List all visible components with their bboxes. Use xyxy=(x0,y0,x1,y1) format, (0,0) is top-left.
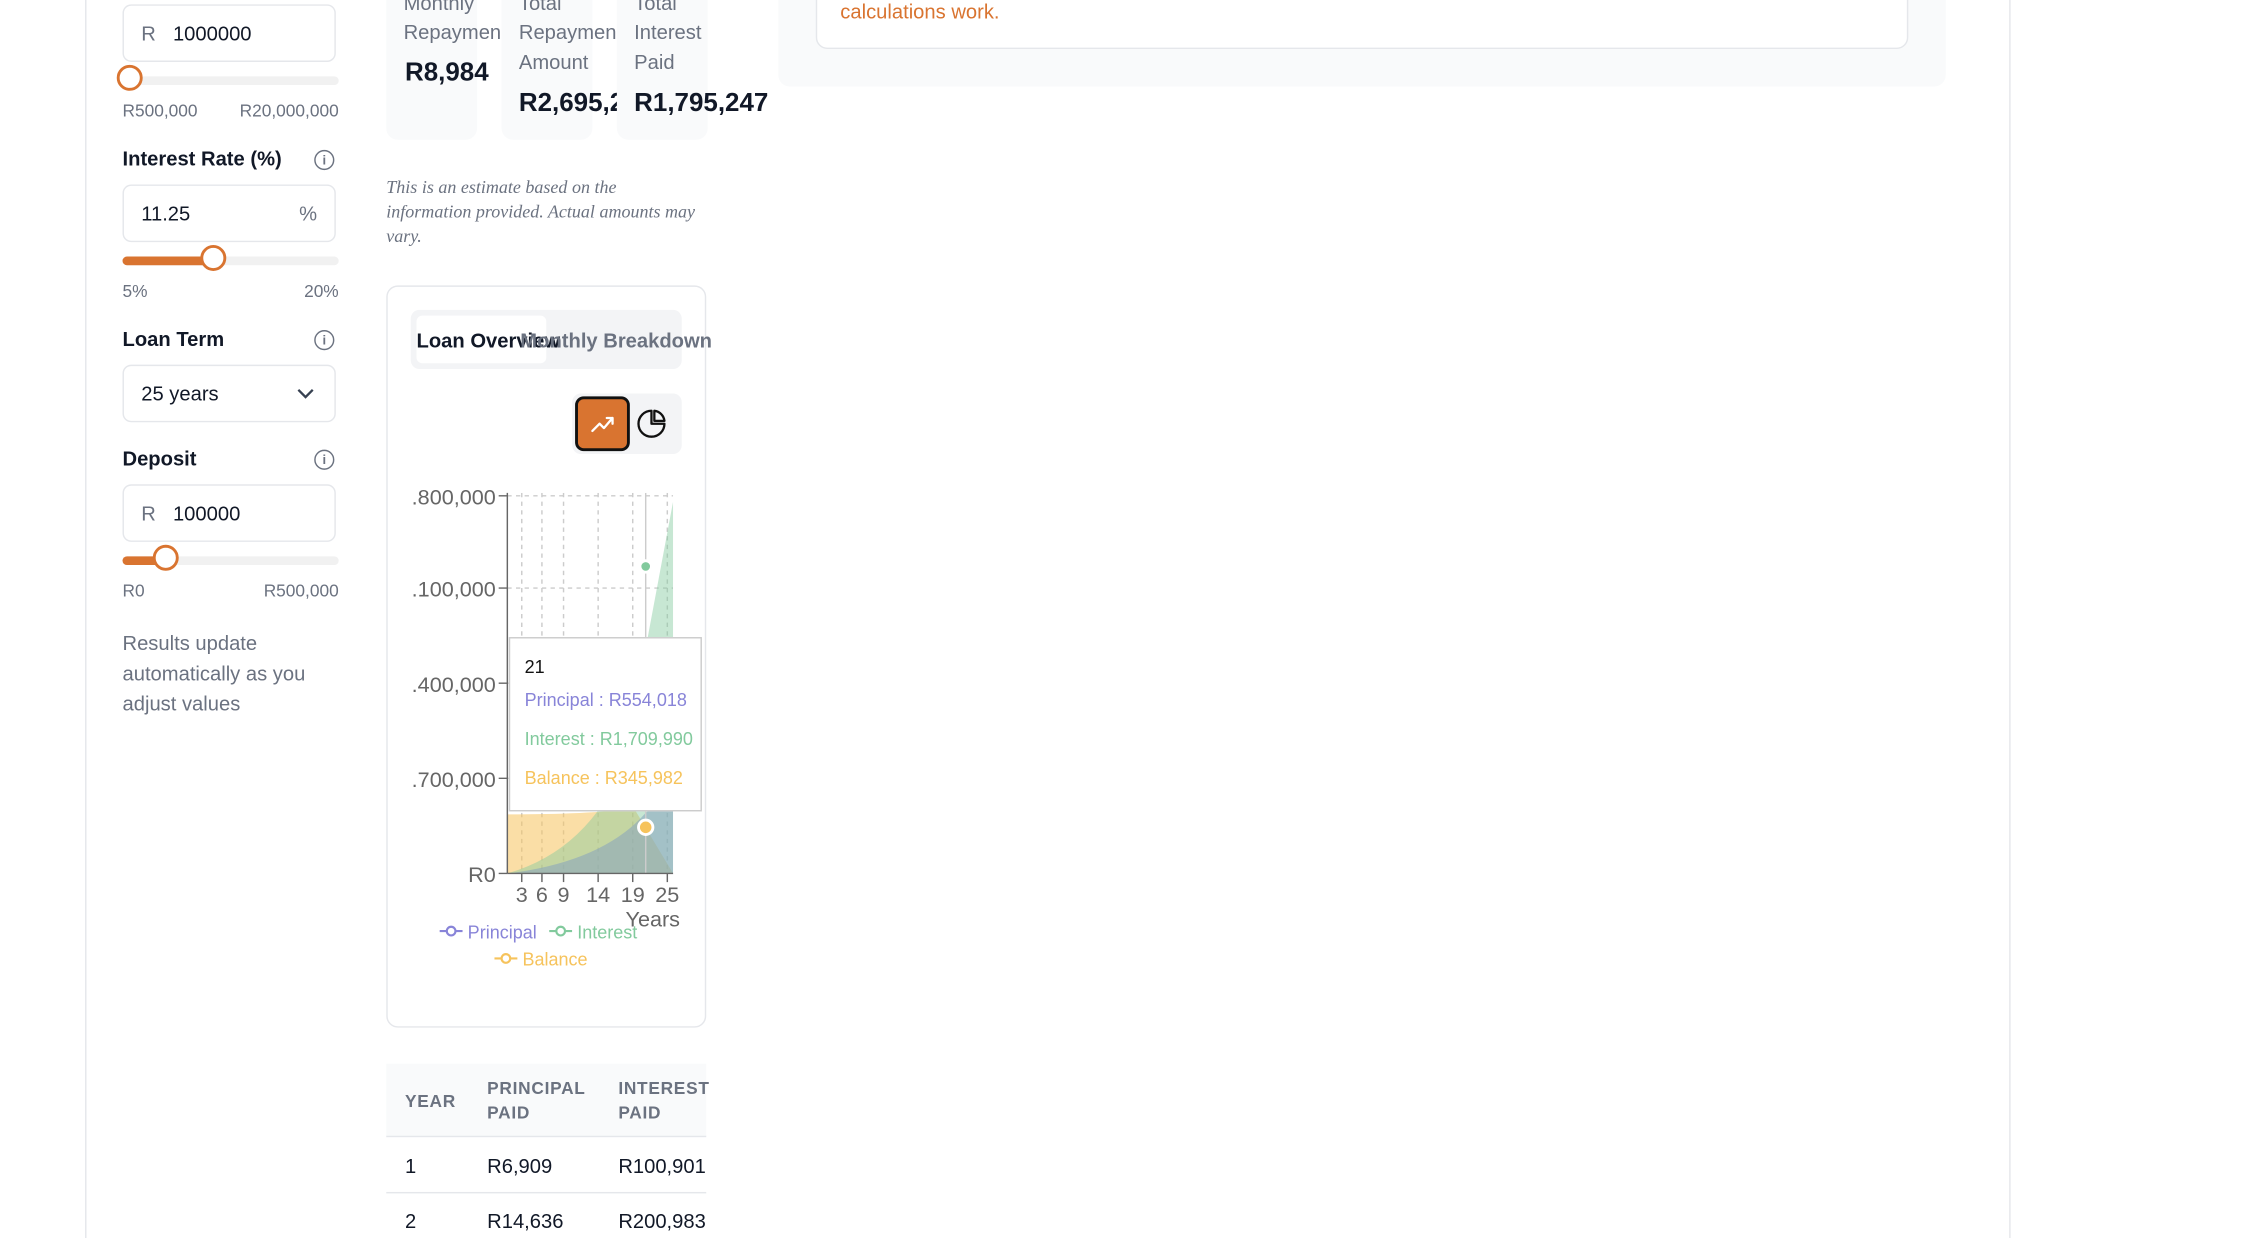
cell-year: 1 xyxy=(405,1154,417,1178)
interest-rate-slider-thumb[interactable] xyxy=(200,245,227,271)
col-header-line: PAID xyxy=(487,1102,531,1123)
x-tick-label: 14 xyxy=(586,882,610,907)
interest-rate-input[interactable]: 11.25 % xyxy=(122,184,336,243)
y-tick-label: .400,000 xyxy=(412,672,496,697)
deposit-label: Deposit xyxy=(122,446,197,470)
y-tick-label: .700,000 xyxy=(412,767,496,792)
info-icon[interactable]: i xyxy=(314,449,335,470)
legend-interest[interactable]: Interest xyxy=(549,922,638,943)
x-tick-label: 25 xyxy=(655,882,679,907)
currency-prefix: R xyxy=(141,501,156,525)
balance-active-dot xyxy=(637,818,655,836)
total-repayment-value: R2,695,2 xyxy=(518,87,625,117)
col-header-principal: PRINCIPAL PAID xyxy=(487,1077,585,1126)
tooltip-interest: Interest : R1,709,990 xyxy=(524,729,693,750)
pie-chart-button[interactable] xyxy=(634,406,669,441)
interest-rate-value[interactable]: 11.25 xyxy=(141,202,190,225)
card-title: Total xyxy=(518,0,562,15)
x-tick-label: 9 xyxy=(558,882,570,907)
cell-interest: R100,901 xyxy=(618,1154,706,1178)
cell-principal: R6,909 xyxy=(487,1154,553,1178)
calculations-link[interactable]: calculations work. xyxy=(840,0,999,23)
info-icon[interactable]: i xyxy=(314,330,335,351)
chart-tooltip: 21 Principal : R554,018 Interest : R1,70… xyxy=(508,637,702,812)
tooltip-year: 21 xyxy=(524,657,545,678)
interest-rate-max: 20% xyxy=(304,281,339,302)
loan-term-value[interactable]: 25 years xyxy=(141,382,218,405)
deposit-max: R500,000 xyxy=(263,580,339,602)
legend-line-icon xyxy=(494,953,518,964)
col-header-line: PRINCIPAL xyxy=(487,1078,586,1099)
total-interest-value: R1,795,247 xyxy=(634,87,769,117)
card-title: Monthly xyxy=(403,0,475,15)
loan-amount-min: R500,000 xyxy=(122,100,198,122)
x-tick-label: 3 xyxy=(516,882,528,907)
y-axis-ticks: .800,000 .100,000 .400,000 .700,000 R0 xyxy=(412,484,508,887)
y-tick-label: R0 xyxy=(468,862,496,887)
interest-rate-slider[interactable] xyxy=(122,245,339,271)
loan-amount-max: R20,000,000 xyxy=(239,100,339,122)
card-title: Total xyxy=(634,0,677,15)
card-title: Interest xyxy=(634,20,702,44)
info-icon[interactable]: i xyxy=(314,149,335,171)
legend-line-icon xyxy=(549,925,573,937)
tooltip-balance: Balance : R345,982 xyxy=(524,768,683,789)
col-header-interest: INTEREST PAID xyxy=(618,1077,709,1126)
x-tick-label: 6 xyxy=(536,882,548,907)
card-title: Repaymen xyxy=(518,20,617,44)
trending-up-icon xyxy=(591,416,614,433)
deposit-input[interactable]: R 100000 xyxy=(122,484,336,542)
pie-chart-icon xyxy=(637,409,666,438)
deposit-min: R0 xyxy=(122,580,145,602)
interest-rate-min: 5% xyxy=(122,281,148,302)
estimate-disclaimer: This is an estimate based on the informa… xyxy=(386,177,696,247)
y-tick-label: .100,000 xyxy=(412,577,496,602)
col-header-year: YEAR xyxy=(405,1091,456,1112)
card-title: Paid xyxy=(634,50,675,74)
legend-interest-label: Interest xyxy=(577,922,638,943)
deposit-value[interactable]: 100000 xyxy=(173,502,240,525)
legend-principal-label: Principal xyxy=(467,922,537,943)
card-title: Amount xyxy=(518,50,589,74)
deposit-slider[interactable] xyxy=(122,544,339,571)
loan-term-label: Loan Term xyxy=(122,327,225,351)
col-header-line: PAID xyxy=(618,1102,662,1123)
currency-prefix: R xyxy=(141,21,156,45)
loan-term-select[interactable]: 25 years xyxy=(122,364,336,423)
line-chart-button[interactable] xyxy=(575,396,630,452)
x-tick-label: 19 xyxy=(621,882,645,907)
interest-rate-label: Interest Rate (%) xyxy=(122,147,282,171)
loan-amount-value[interactable]: 1000000 xyxy=(173,22,252,45)
x-axis-ticks: 3 6 9 14 19 25 xyxy=(516,873,679,907)
col-header-line: INTEREST xyxy=(618,1078,710,1099)
loan-amount-slider-thumb[interactable] xyxy=(116,64,142,91)
loan-amount-slider[interactable] xyxy=(116,64,339,91)
deposit-slider-thumb[interactable] xyxy=(152,544,179,571)
tooltip-principal: Principal : R554,018 xyxy=(524,690,687,711)
legend-balance-label: Balance xyxy=(522,949,588,970)
chevron-down-icon xyxy=(297,389,314,399)
auto-update-hint: Results update automatically as you adju… xyxy=(122,631,306,715)
monthly-repayment-value: R8,984 xyxy=(405,57,489,87)
card-title: Repaymen xyxy=(403,20,502,44)
legend-principal[interactable]: Principal xyxy=(439,922,537,943)
interest-active-dot xyxy=(638,559,653,574)
tab-monthly-breakdown[interactable]: Monthly Breakdown xyxy=(520,329,712,352)
percent-suffix: % xyxy=(299,201,318,225)
loan-amount-input[interactable]: R 1000000 xyxy=(122,4,336,62)
legend-balance[interactable]: Balance xyxy=(494,949,588,970)
page-container xyxy=(85,0,2011,1238)
legend-line-icon xyxy=(439,925,463,937)
y-tick-label: .800,000 xyxy=(412,484,496,509)
